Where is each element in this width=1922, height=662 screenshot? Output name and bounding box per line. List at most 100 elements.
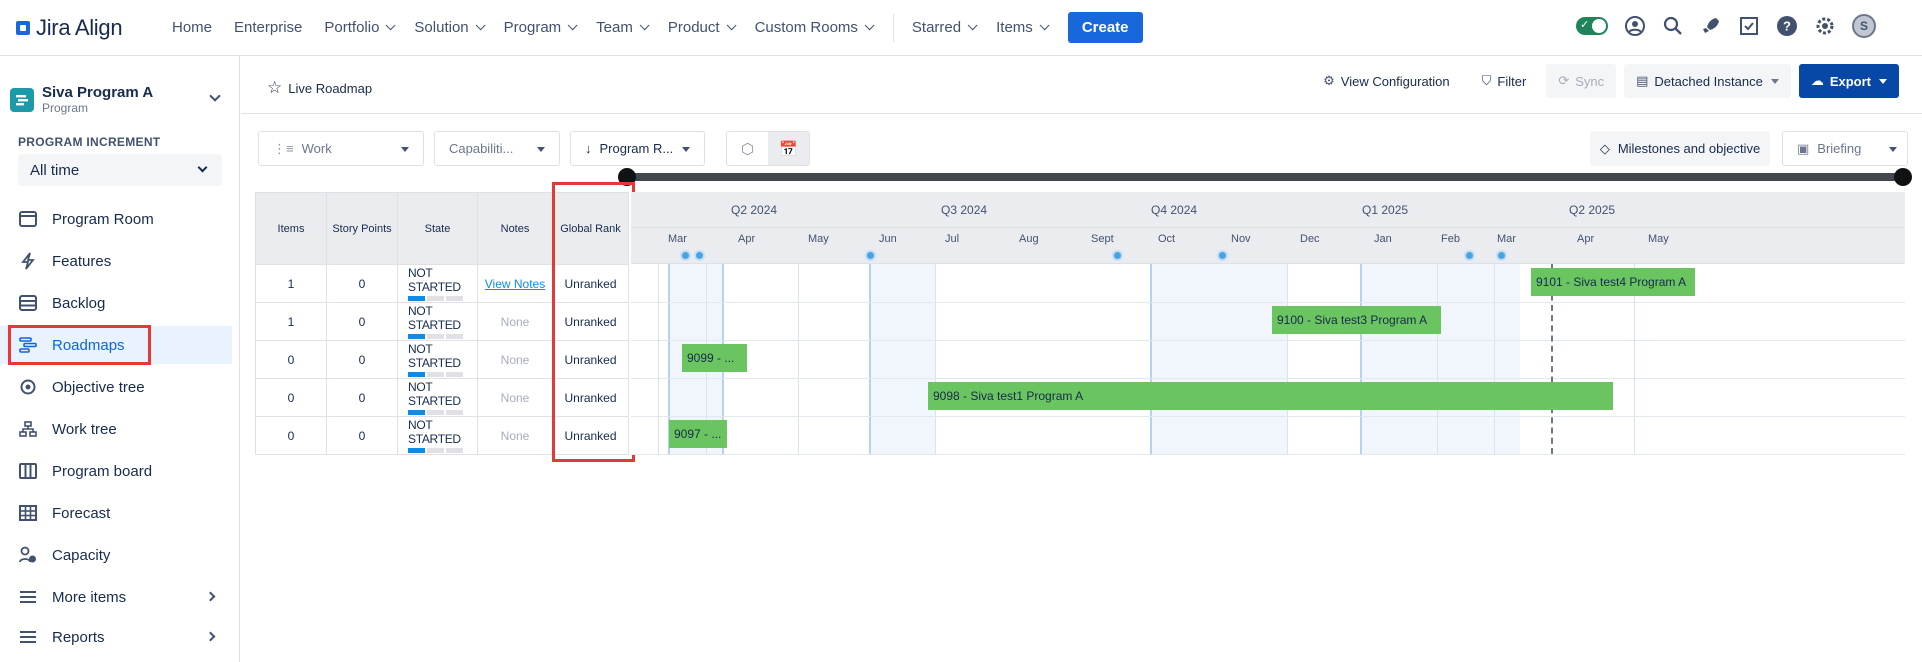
nav-item-items[interactable]: Items xyxy=(996,19,1050,36)
sidebar-item-program-room[interactable]: Program Room xyxy=(0,200,232,238)
nav-utility-icons: ? S xyxy=(1560,14,1876,38)
timeline-slider-start-handle[interactable] xyxy=(618,168,636,186)
milestones-and-objective-button[interactable]: ◇ Milestones and objective xyxy=(1590,131,1770,166)
theme-toggle[interactable] xyxy=(1576,17,1608,35)
sidebar-item-roadmaps[interactable]: Roadmaps xyxy=(0,326,232,364)
column-header-state[interactable]: State xyxy=(397,192,478,265)
star-icon[interactable]: ☆ xyxy=(267,78,282,98)
user-avatar[interactable]: S xyxy=(1852,14,1876,38)
nav-item-custom-rooms[interactable]: Custom Rooms xyxy=(755,19,875,36)
notes-none-text: None xyxy=(500,390,530,405)
nav-item-portfolio[interactable]: Portfolio xyxy=(324,19,396,36)
nav-item-enterprise[interactable]: Enterprise xyxy=(234,19,302,36)
detached-instance-dropdown[interactable]: ▤ Detached Instance xyxy=(1624,64,1791,98)
milestone-marker-icon[interactable] xyxy=(1217,250,1228,261)
column-header-notes[interactable]: Notes xyxy=(477,192,553,265)
roadmap-bar[interactable]: 9100 - Siva test3 Program A xyxy=(1272,306,1441,334)
sidebar-item-work-tree[interactable]: Work tree xyxy=(0,410,232,448)
gantt-quarter-label: Q2 2025 xyxy=(1569,203,1616,217)
gantt-quarter-header: Q2 2024 Q3 2024 Q4 2024 Q1 2025 Q2 2025 xyxy=(631,192,1905,228)
export-button[interactable]: ☁ Export xyxy=(1798,64,1899,98)
hamburger-icon xyxy=(18,587,38,607)
story-points-cell: 0 xyxy=(326,302,398,341)
rocket-icon[interactable] xyxy=(1700,15,1722,37)
items-cell: 0 xyxy=(255,340,327,379)
milestone-marker-icon[interactable] xyxy=(1464,250,1475,261)
table-row[interactable]: 0 0 NOT STARTED None Unranked xyxy=(255,378,629,417)
sidebar-item-capacity[interactable]: Capacity xyxy=(0,536,232,574)
work-select[interactable]: ⋮≡ Work xyxy=(258,131,424,166)
checklist-icon[interactable] xyxy=(1738,15,1760,37)
milestone-marker-icon[interactable] xyxy=(694,250,705,261)
view-notes-link[interactable]: View Notes xyxy=(485,277,545,291)
capabilities-select[interactable]: Capabiliti... xyxy=(434,131,560,166)
cube-view-icon[interactable]: ⬡ xyxy=(727,132,768,165)
briefing-dropdown[interactable]: ▣ Briefing xyxy=(1782,131,1908,166)
column-header-story-points[interactable]: Story Points xyxy=(326,192,398,265)
jira-align-logo[interactable]: Jira Align xyxy=(16,15,156,41)
global-rank-cell: Unranked xyxy=(552,378,629,417)
sidebar-reports[interactable]: Reports xyxy=(0,618,232,656)
milestone-icon: ◇ xyxy=(1599,140,1610,156)
table-row[interactable]: 1 0 NOT STARTED None Unranked xyxy=(255,302,629,341)
program-rank-sort-select[interactable]: ↓ Program R... xyxy=(570,131,705,166)
document-icon: ▤ xyxy=(1636,73,1649,88)
program-selector[interactable]: Siva Program A Program xyxy=(10,84,225,115)
sync-button[interactable]: ⟳ Sync xyxy=(1546,64,1617,98)
nav-item-solution[interactable]: Solution xyxy=(414,19,486,36)
gantt-gridline xyxy=(1437,264,1438,454)
nav-item-team[interactable]: Team xyxy=(596,19,650,36)
roadmap-bar[interactable]: 9098 - Siva test1 Program A xyxy=(928,382,1613,410)
search-icon[interactable] xyxy=(1662,15,1684,37)
sidebar-item-backlog[interactable]: Backlog xyxy=(0,284,232,322)
milestone-marker-icon[interactable] xyxy=(680,250,691,261)
backlog-icon xyxy=(18,293,38,313)
timeline-range-slider[interactable] xyxy=(627,173,1903,181)
roadmap-bar[interactable]: 9099 - ... xyxy=(682,344,747,372)
filter-button[interactable]: ⛉ Filter xyxy=(1470,64,1539,98)
create-button[interactable]: Create xyxy=(1067,12,1143,43)
nav-item-starred[interactable]: Starred xyxy=(912,19,978,36)
table-row[interactable]: 0 0 NOT STARTED None Unranked xyxy=(255,340,629,379)
help-icon[interactable]: ? xyxy=(1776,15,1798,37)
calendar-view-icon[interactable]: 📅 xyxy=(768,132,809,165)
user-circle-icon[interactable] xyxy=(1624,15,1646,37)
header-actions: ⚙ View Configuration ⛉ Filter ⟳ Sync ▤ Detac… xyxy=(1303,64,1899,98)
sidebar-item-program-board[interactable]: Program board xyxy=(0,452,232,490)
view-configuration-button[interactable]: ⚙ View Configuration xyxy=(1311,64,1462,98)
gantt-month-label: Feb xyxy=(1441,233,1460,245)
program-icon xyxy=(10,87,34,112)
gantt-body: 9101 - Siva test4 Program A 9100 - Siva t… xyxy=(631,264,1905,455)
program-name: Siva Program A xyxy=(42,84,154,101)
roadmap-bar[interactable]: 9097 - ... xyxy=(669,420,727,448)
clipboard-icon: ▣ xyxy=(1797,140,1810,156)
sidebar-more-items[interactable]: More items xyxy=(0,578,232,616)
sidebar-item-forecast[interactable]: Forecast xyxy=(0,494,232,532)
timeline-slider-end-handle[interactable] xyxy=(1894,168,1912,186)
settings-gear-icon[interactable] xyxy=(1814,15,1836,37)
program-increment-select[interactable]: All time xyxy=(18,154,222,186)
global-rank-cell: Unranked xyxy=(552,416,629,455)
chevron-down-icon xyxy=(197,162,208,173)
milestone-marker-icon[interactable] xyxy=(865,250,876,261)
gantt-row-divider xyxy=(631,378,1905,379)
items-cell: 1 xyxy=(255,302,327,341)
gantt-quarter-label: Q1 2025 xyxy=(1362,203,1409,217)
gantt-row-divider xyxy=(631,416,1905,417)
sidebar-item-objective-tree[interactable]: Objective tree xyxy=(0,368,232,406)
roadmap-bar[interactable]: 9101 - Siva test4 Program A xyxy=(1531,268,1695,296)
column-header-items[interactable]: Items xyxy=(255,192,327,265)
story-points-cell: 0 xyxy=(326,378,398,417)
milestone-marker-icon[interactable] xyxy=(1496,250,1507,261)
nav-item-program[interactable]: Program xyxy=(504,19,578,36)
sidebar-item-features[interactable]: Features xyxy=(0,242,232,280)
chevron-down-icon xyxy=(1039,20,1050,31)
table-row[interactable]: 0 0 NOT STARTED None Unranked xyxy=(255,416,629,455)
gantt-period-shade xyxy=(869,264,935,454)
gantt-month-label: Sept xyxy=(1091,233,1114,245)
nav-item-home[interactable]: Home xyxy=(172,19,212,36)
milestone-marker-icon[interactable] xyxy=(1112,250,1123,261)
nav-item-product[interactable]: Product xyxy=(668,19,737,36)
column-header-global-rank[interactable]: Global Rank xyxy=(552,192,629,265)
table-row[interactable]: 1 0 NOT STARTED View Notes Unranked xyxy=(255,264,629,303)
